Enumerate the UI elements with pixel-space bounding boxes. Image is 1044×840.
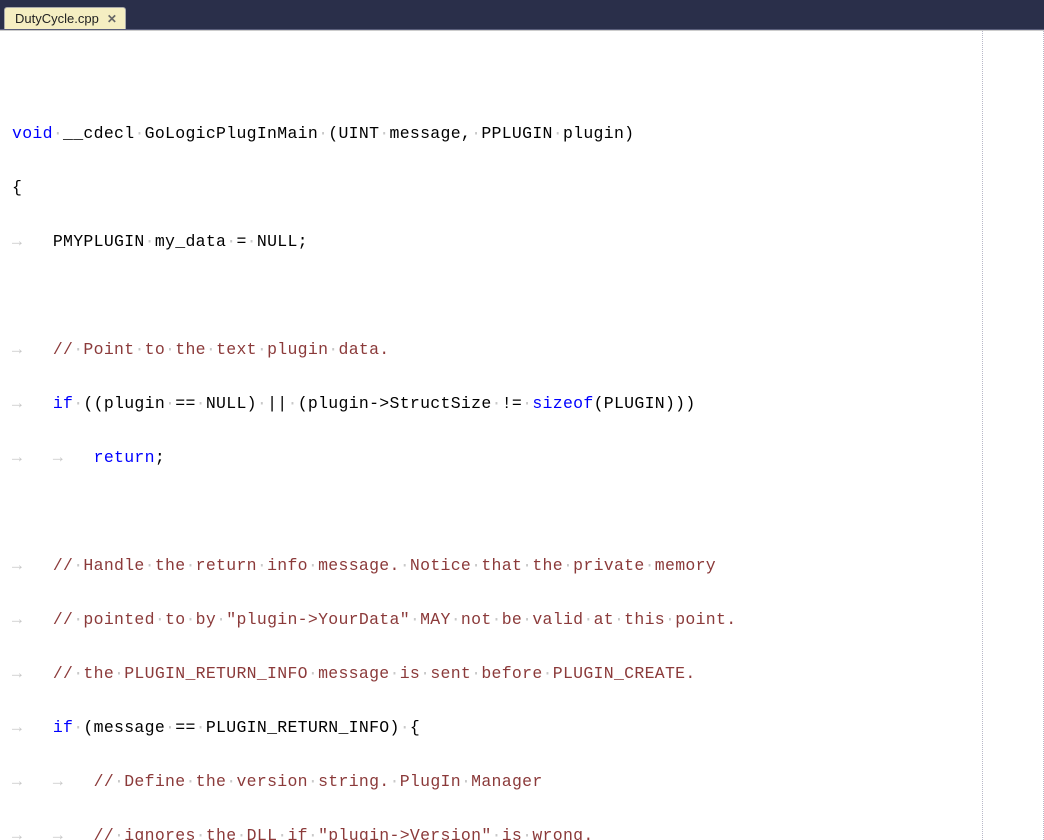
code-line: → if·((plugin·==·NULL)·||·(plugin->Struc… [4,390,1043,417]
tab-dutycycle[interactable]: DutyCycle.cpp ✕ [4,7,126,29]
code-line: → //·pointed·to·by·"plugin->YourData"·MA… [4,606,1043,633]
tab-title: DutyCycle.cpp [15,11,99,26]
code-editor[interactable]: void·__cdecl·GoLogicPlugInMain·(UINT·mes… [0,31,1044,840]
code-line: → //·Handle·the·return·info·message.·Not… [4,552,1043,579]
code-line: → → //·Define·the·version·string.·PlugIn… [4,768,1043,795]
code-line [4,282,1043,309]
code-line: → → //·ignores·the·DLL·if·"plugin->Versi… [4,822,1043,840]
code-line: { [4,174,1043,201]
code-line: → //·Point·to·the·text·plugin·data. [4,336,1043,363]
code-line [4,498,1043,525]
code-line: → → return; [4,444,1043,471]
code-line: → PMYPLUGIN·my_data·=·NULL; [4,228,1043,255]
code-line: void·__cdecl·GoLogicPlugInMain·(UINT·mes… [4,120,1043,147]
editor-wrap: void·__cdecl·GoLogicPlugInMain·(UINT·mes… [0,30,1044,840]
code-line: → if·(message·==·PLUGIN_RETURN_INFO)·{ [4,714,1043,741]
code-line: → //·the·PLUGIN_RETURN_INFO·message·is·s… [4,660,1043,687]
right-margin-guide [982,31,983,840]
tab-bar: DutyCycle.cpp ✕ [0,0,1044,30]
close-icon[interactable]: ✕ [107,12,117,26]
